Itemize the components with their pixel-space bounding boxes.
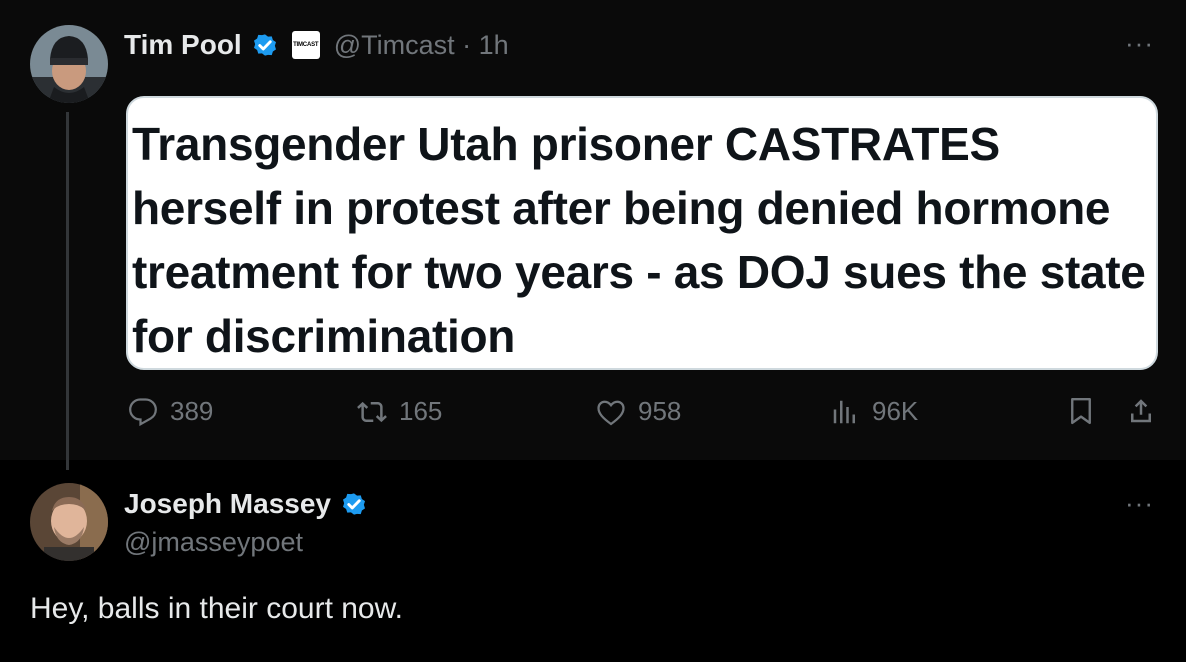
timcast-affiliate-badge[interactable]: TIMCAST [291,31,320,59]
tim-pool-display-name[interactable]: Tim Pool [124,29,242,61]
bookmark-icon [1071,397,1091,425]
reply-count: 389 [170,396,214,426]
views-action[interactable]: 96K [830,396,918,427]
like-count: 958 [638,396,682,426]
tim-pool-avatar[interactable] [30,25,108,103]
bookmark-action[interactable] [1066,396,1108,426]
reply-tweet-text: Hey, balls in their court now. [30,592,403,625]
joseph-massey-handle[interactable]: @jmasseypoet [124,527,303,558]
verified-badge-icon [253,34,276,56]
quoted-tweet-header: Tim Pool TIMCAST @Timcast · 1h [124,25,509,65]
repost-icon [357,401,387,422]
headline-image[interactable]: Transgender Utah prisoner CASTRATES hers… [126,96,1158,370]
quoted-more-options-icon[interactable]: ··· [1125,28,1154,59]
like-heart-icon [597,400,625,425]
quoted-actions-bar: 389 165 958 96K [0,396,1186,436]
repost-count: 165 [399,396,443,426]
reply-more-options-icon[interactable]: ··· [1125,488,1154,519]
reply-icon [129,397,157,426]
share-icon [1131,399,1151,423]
joseph-massey-avatar[interactable] [30,483,108,561]
repost-action[interactable]: 165 [357,396,442,427]
tim-pool-handle-time[interactable]: @Timcast · 1h [334,30,509,61]
reply-action[interactable]: 389 [128,396,213,427]
reply-tweet-header: Joseph Massey [124,484,369,524]
verified-badge-icon [343,493,365,515]
like-action[interactable]: 958 [596,396,681,427]
views-count: 96K [872,396,919,426]
share-action[interactable] [1126,396,1168,426]
joseph-massey-display-name[interactable]: Joseph Massey [124,488,331,520]
views-chart-icon [833,400,855,423]
headline-text: Transgender Utah prisoner CASTRATES hers… [132,118,1146,362]
